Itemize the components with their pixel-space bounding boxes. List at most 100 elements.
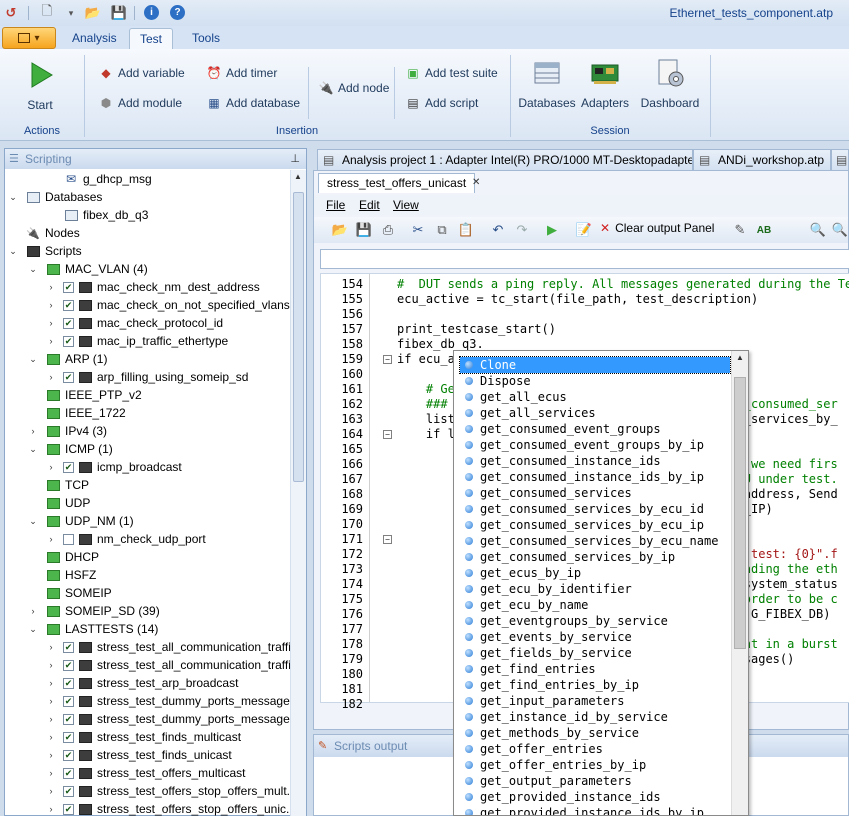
chevron-right-icon[interactable]: ›: [45, 732, 57, 742]
chevron-right-icon[interactable]: ›: [45, 300, 57, 310]
enable-checkbox[interactable]: ✔: [63, 317, 74, 329]
enable-checkbox[interactable]: ✔: [63, 785, 74, 797]
fold-toggle-icon[interactable]: −: [383, 355, 392, 364]
autocomplete-item[interactable]: get_all_ecus: [460, 389, 730, 405]
run-icon[interactable]: ▶: [544, 222, 560, 238]
tree-item[interactable]: ✉ g_dhcp_msg: [45, 170, 152, 188]
tree-item[interactable]: › ✔ stress_test_offers_multicast: [45, 764, 246, 782]
scroll-thumb[interactable]: [293, 192, 304, 482]
chevron-down-icon[interactable]: ⌄: [27, 354, 39, 365]
tree-item[interactable]: › ✔ stress_test_all_communication_traffi..…: [45, 638, 301, 656]
tab-test[interactable]: Test: [129, 28, 174, 50]
tree-item[interactable]: ⌄ ICMP (1): [27, 440, 113, 458]
chevron-right-icon[interactable]: ›: [27, 606, 39, 616]
autocomplete-item[interactable]: get_instance_id_by_service: [460, 709, 730, 725]
tree-item[interactable]: UDP: [27, 494, 90, 512]
chevron-right-icon[interactable]: ›: [45, 372, 57, 382]
autocomplete-item[interactable]: get_all_services: [460, 405, 730, 421]
autocomplete-item[interactable]: get_eventgroups_by_service: [460, 613, 730, 629]
tab-analysis[interactable]: Analysis: [62, 28, 127, 50]
tree-scrollbar[interactable]: ▲: [290, 170, 306, 816]
tab-andi-workshop[interactable]: ▤ ANDi_workshop.atp: [693, 149, 831, 170]
autocomplete-item[interactable]: get_find_entries_by_ip: [460, 677, 730, 693]
save-icon[interactable]: 💾: [356, 222, 372, 238]
enable-checkbox[interactable]: ✔: [63, 641, 74, 653]
chevron-right-icon[interactable]: ›: [45, 534, 57, 544]
add-variable-button[interactable]: ◆ Add variable: [98, 65, 184, 81]
tree-item[interactable]: › ✔ mac_check_nm_dest_address: [45, 278, 260, 296]
autocomplete-item[interactable]: Clone: [459, 356, 731, 374]
chevron-down-icon[interactable]: ⌄: [27, 264, 39, 275]
chevron-right-icon[interactable]: ›: [45, 642, 57, 652]
chevron-down-icon[interactable]: ⌄: [7, 192, 19, 203]
autocomplete-item[interactable]: get_find_entries: [460, 661, 730, 677]
autocomplete-item[interactable]: get_consumed_services_by_ip: [460, 549, 730, 565]
tree-item[interactable]: › ✔ stress_test_offers_stop_offers_mult...: [45, 782, 297, 800]
clipboard-check-icon[interactable]: 📝: [576, 222, 592, 238]
help-icon[interactable]: ?: [170, 5, 185, 20]
autocomplete-item[interactable]: get_ecu_by_identifier: [460, 581, 730, 597]
autocomplete-item[interactable]: get_consumed_event_groups_by_ip: [460, 437, 730, 453]
eraser-icon[interactable]: ✎: [732, 222, 748, 238]
enable-checkbox[interactable]: ✔: [63, 749, 74, 761]
enable-checkbox[interactable]: ✔: [63, 677, 74, 689]
chevron-right-icon[interactable]: ›: [45, 336, 57, 346]
open-folder-icon[interactable]: 📂: [84, 4, 102, 22]
chevron-down-icon[interactable]: ⌄: [27, 624, 39, 635]
chevron-right-icon[interactable]: ›: [45, 804, 57, 814]
tree-item[interactable]: › ✔ stress_test_dummy_ports_messages...: [45, 692, 306, 710]
tree-item[interactable]: ⌄ LASTTESTS (14): [27, 620, 158, 638]
search-input[interactable]: [320, 249, 849, 269]
tree-item[interactable]: DHCP: [27, 548, 99, 566]
undo-icon[interactable]: ↶: [490, 222, 506, 238]
chevron-down-icon[interactable]: ⌄: [7, 246, 19, 257]
autocomplete-item[interactable]: get_methods_by_service: [460, 725, 730, 741]
enable-checkbox[interactable]: ✔: [63, 695, 74, 707]
tree-item[interactable]: IEEE_1722: [27, 404, 126, 422]
enable-checkbox[interactable]: ✔: [63, 731, 74, 743]
cut-icon[interactable]: ✂: [410, 222, 426, 238]
clear-output-button[interactable]: ✕ Clear output Panel: [600, 221, 714, 235]
copy-icon[interactable]: ⧉: [434, 222, 450, 238]
chevron-down-icon[interactable]: ⌄: [27, 516, 39, 527]
chevron-right-icon[interactable]: ›: [45, 318, 57, 328]
autocomplete-item[interactable]: get_consumed_services: [460, 485, 730, 501]
tree-item[interactable]: IEEE_PTP_v2: [27, 386, 142, 404]
tree-item[interactable]: fibex_db_q3: [45, 206, 148, 224]
autocomplete-item[interactable]: get_ecus_by_ip: [460, 565, 730, 581]
enable-checkbox[interactable]: ✔: [63, 299, 74, 311]
menu-edit[interactable]: Edit: [359, 198, 380, 212]
add-node-button[interactable]: 🔌 Add node: [318, 80, 390, 96]
tree-item[interactable]: › ✔ stress_test_offers_stop_offers_unic...: [45, 800, 297, 816]
tree-item[interactable]: ⌄ MAC_VLAN (4): [27, 260, 147, 278]
autocomplete-item[interactable]: get_consumed_instance_ids: [460, 453, 730, 469]
scroll-thumb[interactable]: [734, 377, 746, 649]
chevron-down-icon[interactable]: ⌄: [27, 444, 39, 455]
enable-checkbox[interactable]: ✔: [63, 713, 74, 725]
enable-checkbox[interactable]: ✔: [63, 335, 74, 347]
autocomplete-item[interactable]: get_offer_entries_by_ip: [460, 757, 730, 773]
autocomplete-item[interactable]: get_consumed_event_groups: [460, 421, 730, 437]
add-script-button[interactable]: ▤ Add script: [405, 95, 478, 111]
tree-item[interactable]: › ✔ mac_check_protocol_id: [45, 314, 224, 332]
scroll-up-icon[interactable]: ▲: [736, 353, 744, 362]
autocomplete-item[interactable]: get_offer_entries: [460, 741, 730, 757]
enable-checkbox[interactable]: ✔: [63, 659, 74, 671]
enable-checkbox[interactable]: ✔: [63, 281, 74, 293]
autocomplete-item[interactable]: get_events_by_service: [460, 629, 730, 645]
tree-item[interactable]: › ✔ stress_test_dummy_ports_messages...: [45, 710, 306, 728]
open-icon[interactable]: 📂: [332, 222, 348, 238]
tree-item[interactable]: › ✔ mac_check_on_not_specified_vlans: [45, 296, 290, 314]
app-menu-button[interactable]: ▾: [2, 27, 56, 49]
close-tab-icon[interactable]: ✕: [472, 177, 480, 188]
new-file-icon[interactable]: 🗋: [38, 3, 56, 22]
info-icon[interactable]: i: [144, 5, 159, 20]
add-test-suite-button[interactable]: ▣ Add test suite: [405, 65, 497, 81]
zoom-out-icon[interactable]: 🔍: [832, 222, 848, 238]
tab-script-file[interactable]: stress_test_offers_unicast: [318, 173, 476, 193]
tree-item[interactable]: › ✔ stress_test_arp_broadcast: [45, 674, 239, 692]
menu-view[interactable]: View: [393, 198, 419, 212]
tree-item[interactable]: › SOMEIP_SD (39): [27, 602, 160, 620]
tree-item[interactable]: ⌄ Scripts: [7, 242, 81, 260]
enable-checkbox[interactable]: [63, 533, 74, 545]
